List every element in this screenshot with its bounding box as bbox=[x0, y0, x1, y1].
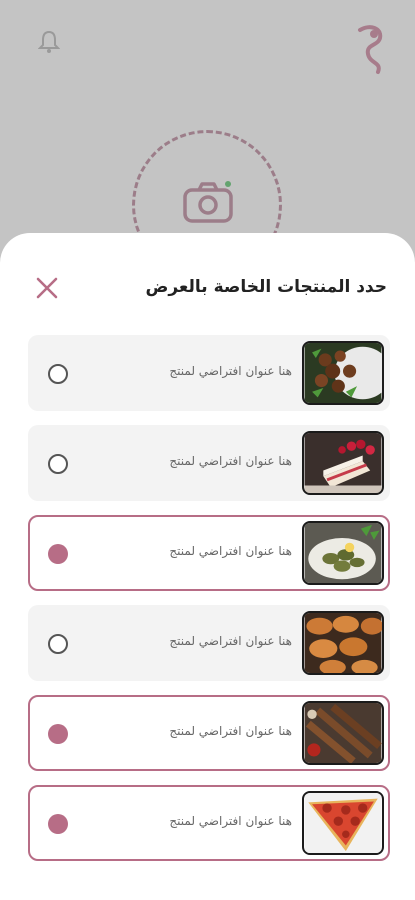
product-item[interactable]: هنا عنوان افتراضي لمنتج bbox=[28, 605, 390, 681]
product-title: هنا عنوان افتراضي لمنتج bbox=[169, 724, 292, 738]
product-item[interactable]: هنا عنوان افتراضي لمنتج bbox=[28, 695, 390, 771]
croissants-image bbox=[304, 613, 382, 673]
product-item[interactable]: هنا عنوان افتراضي لمنتج bbox=[28, 335, 390, 411]
sheet-title: حدد المنتجات الخاصة بالعرض bbox=[145, 277, 387, 297]
product-select-sheet: حدد المنتجات الخاصة بالعرض هنا عنوان افت… bbox=[0, 233, 415, 900]
meatballs-image bbox=[304, 343, 382, 403]
product-title: هنا عنوان افتراضي لمنتج bbox=[169, 454, 292, 468]
sheet-header: حدد المنتجات الخاصة بالعرض bbox=[0, 233, 415, 333]
stuffed-leaves-image bbox=[304, 523, 382, 583]
product-image bbox=[302, 521, 384, 585]
brand-logo-icon bbox=[358, 25, 383, 74]
radio-button-selected[interactable] bbox=[48, 544, 68, 564]
product-image bbox=[302, 791, 384, 855]
radio-button[interactable] bbox=[48, 454, 68, 474]
product-list: هنا عنوان افتراضي لمنتج هنا عنوان افتراض… bbox=[28, 335, 390, 875]
kebab-image bbox=[304, 703, 382, 763]
product-title: هنا عنوان افتراضي لمنتج bbox=[169, 634, 292, 648]
radio-button-selected[interactable] bbox=[48, 724, 68, 744]
product-image bbox=[302, 431, 384, 495]
radio-button[interactable] bbox=[48, 634, 68, 654]
close-icon[interactable] bbox=[34, 275, 60, 301]
product-image bbox=[302, 701, 384, 765]
pizza-image bbox=[304, 793, 382, 853]
product-item[interactable]: هنا عنوان افتراضي لمنتج bbox=[28, 425, 390, 501]
product-title: هنا عنوان افتراضي لمنتج bbox=[169, 544, 292, 558]
product-item[interactable]: هنا عنوان افتراضي لمنتج bbox=[28, 515, 390, 591]
bell-icon bbox=[38, 30, 60, 53]
cake-image bbox=[304, 433, 382, 493]
radio-button[interactable] bbox=[48, 364, 68, 384]
product-item[interactable]: هنا عنوان افتراضي لمنتج bbox=[28, 785, 390, 861]
product-title: هنا عنوان افتراضي لمنتج bbox=[169, 364, 292, 378]
camera-icon bbox=[183, 181, 233, 223]
product-image bbox=[302, 611, 384, 675]
product-title: هنا عنوان افتراضي لمنتج bbox=[169, 814, 292, 828]
product-image bbox=[302, 341, 384, 405]
radio-button-selected[interactable] bbox=[48, 814, 68, 834]
